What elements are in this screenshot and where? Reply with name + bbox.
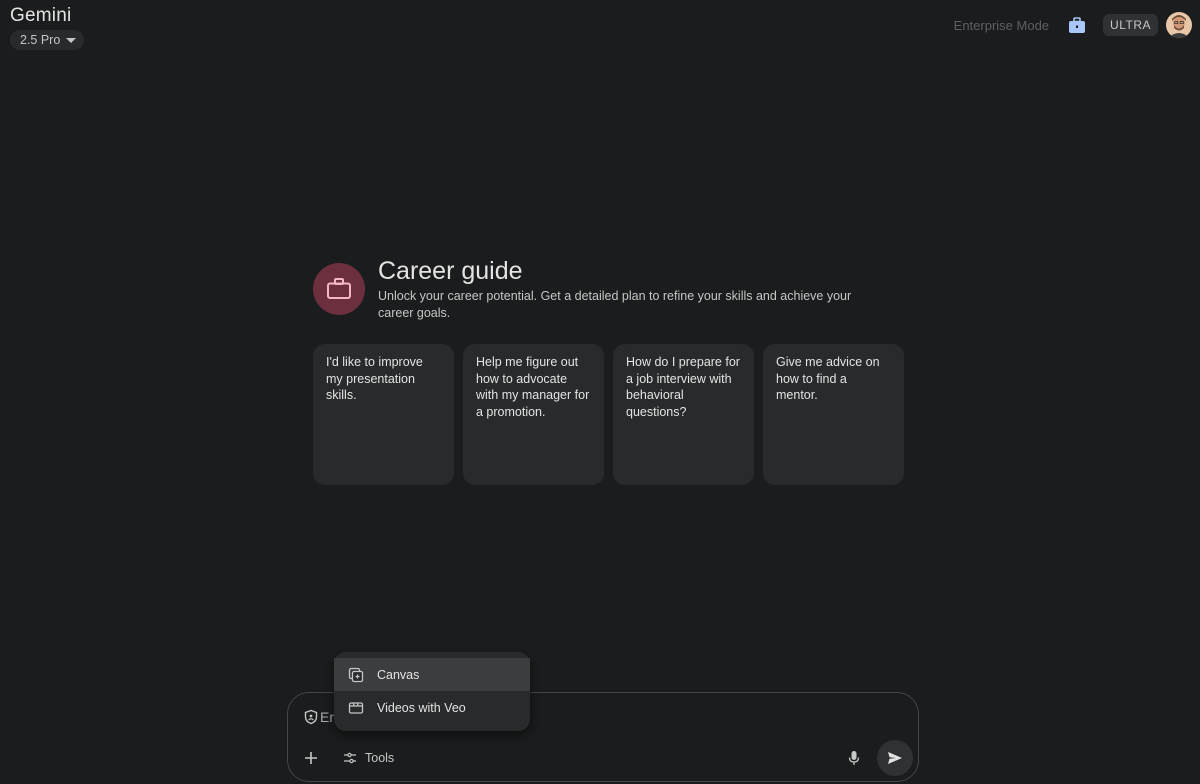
- suggestion-card[interactable]: Give me advice on how to find a mentor.: [763, 344, 904, 485]
- app-page: Gemini 2.5 Pro Enterprise Mode ULTRA Car…: [0, 0, 1200, 784]
- enterprise-mode-label: Enterprise Mode: [953, 17, 1050, 33]
- tools-menu: Canvas Videos with Veo: [334, 652, 530, 731]
- gem-avatar: [313, 263, 365, 315]
- video-icon: [347, 699, 365, 717]
- app-title: Gemini: [10, 5, 72, 26]
- tune-icon: [344, 752, 356, 764]
- menu-item-label: Canvas: [377, 667, 420, 682]
- model-picker[interactable]: 2.5 Pro: [10, 30, 85, 50]
- suggestion-card[interactable]: How do I prepare for a job interview wit…: [613, 344, 754, 485]
- caret-down-icon: [66, 37, 77, 43]
- canvas-icon: [347, 666, 365, 684]
- gem-title: Career guide: [378, 257, 523, 285]
- briefcase-icon: [327, 278, 351, 299]
- menu-item-label: Videos with Veo: [377, 700, 466, 715]
- menu-item-videos-with-veo[interactable]: Videos with Veo: [334, 691, 530, 724]
- gem-description: Unlock your career potential. Get a deta…: [378, 289, 852, 320]
- suggestion-card[interactable]: I'd like to improve my presentation skil…: [313, 344, 454, 485]
- model-label: 2.5 Pro: [20, 33, 61, 47]
- send-button[interactable]: [877, 740, 913, 776]
- header-actions: Enterprise Mode ULTRA: [954, 12, 1192, 38]
- tools-button[interactable]: Tools: [343, 748, 394, 768]
- suggestion-card[interactable]: Help me figure out how to advocate with …: [463, 344, 604, 485]
- briefcase-icon[interactable]: [1067, 15, 1087, 35]
- add-icon[interactable]: [301, 748, 321, 768]
- user-avatar[interactable]: [1166, 12, 1192, 38]
- tools-label: Tools: [365, 751, 395, 765]
- mic-icon[interactable]: [845, 748, 863, 768]
- menu-item-canvas[interactable]: Canvas: [334, 658, 530, 691]
- plan-badge[interactable]: ULTRA: [1103, 14, 1158, 36]
- send-icon: [888, 752, 902, 764]
- shield-icon: [303, 709, 319, 725]
